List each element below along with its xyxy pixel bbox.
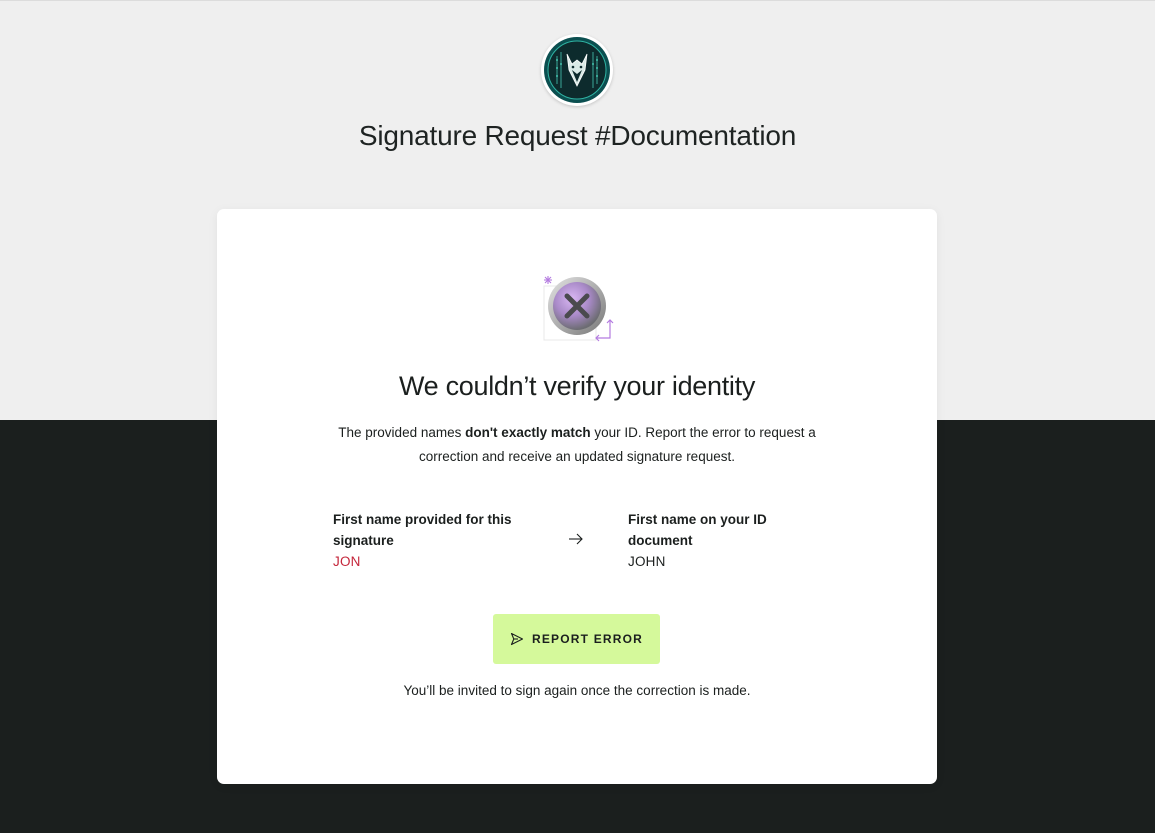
provided-name-block: First name provided for this signature J… [333, 509, 533, 569]
verification-card: We couldn’t verify your identity The pro… [217, 209, 937, 784]
card-message: The provided names don't exactly match y… [317, 421, 837, 469]
verification-failed-icon [542, 272, 614, 344]
fox-crest-logo-icon [541, 34, 613, 106]
message-emphasis: don't exactly match [465, 425, 591, 440]
report-error-button[interactable]: REPORT ERROR [493, 614, 660, 664]
document-name-label: First name on your ID document [628, 512, 767, 548]
arrow-right-icon [569, 533, 583, 545]
send-icon [510, 632, 524, 646]
page: Signature Request #Documentation We coul… [0, 0, 1155, 833]
provided-name-value: JON [333, 554, 361, 569]
message-text-start: The provided names [338, 425, 466, 440]
report-error-label: REPORT ERROR [531, 632, 644, 646]
resign-footnote: You’ll be invited to sign again once the… [403, 683, 751, 698]
document-name-block: First name on your ID document JOHN [628, 509, 828, 569]
card-heading: We couldn’t verify your identity [398, 371, 756, 401]
page-title: Signature Request #Documentation [358, 120, 797, 151]
document-name-value: JOHN [628, 554, 666, 569]
provided-name-label: First name provided for this signature [333, 512, 512, 548]
